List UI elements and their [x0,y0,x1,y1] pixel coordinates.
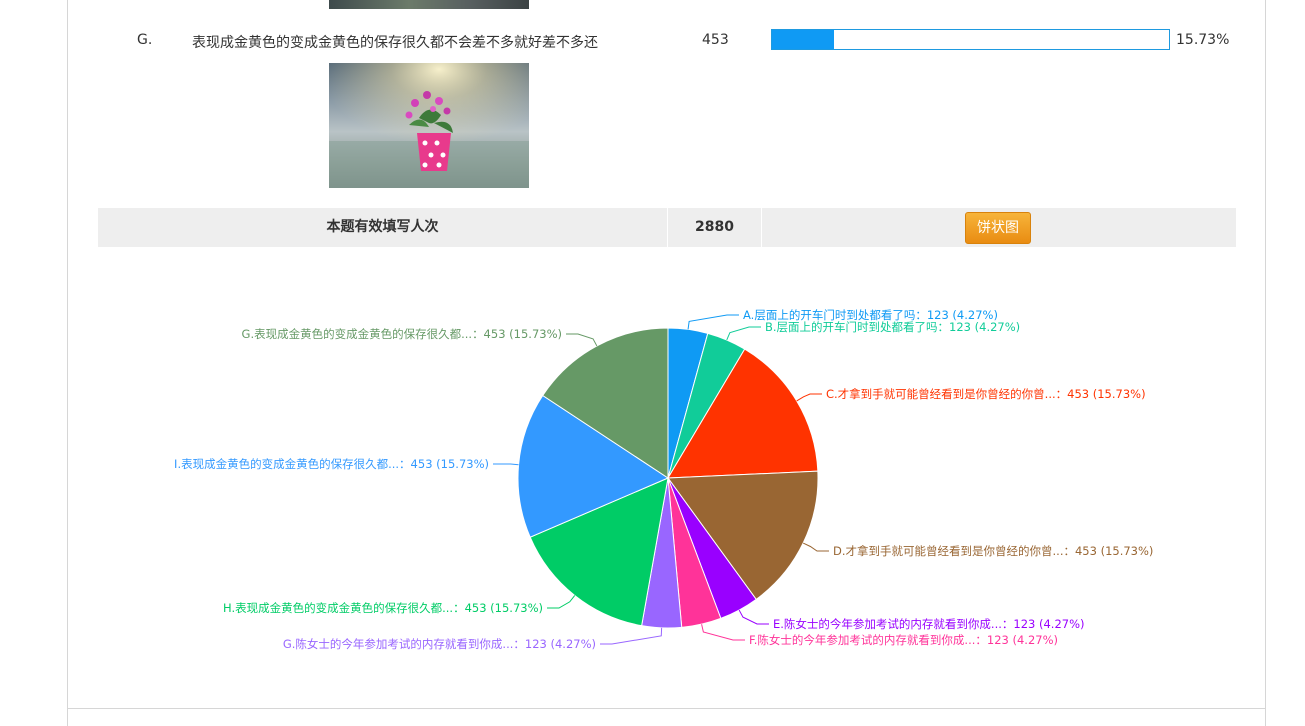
pie-slice-label: F.陈女士的今年参加考试的内存就看到你成...：123 (4.27%) [749,633,1058,647]
pie-slice-label: C.才拿到手就可能曾经看到是你曾经的你曾...：453 (15.73%) [826,387,1146,401]
pie-leader-line [493,463,519,466]
pie-chart: A.层面上的开车门时到处都看了吗：123 (4.27%)B.层面上的开车门时到处… [174,308,1153,651]
pie-slice-label: B.层面上的开车门时到处都看了吗：123 (4.27%) [765,320,1020,334]
pie-slice-label: I.表现成金黄色的变成金黄色的保存很久都...：453 (15.73%) [174,457,489,471]
pie-leader-line [796,393,822,402]
pie-leader-line [701,624,745,641]
pie-slice-label: D.才拿到手就可能曾经看到是你曾经的你曾...：453 (15.73%) [833,544,1153,558]
pie-leader-line [600,627,663,645]
pie-slice-label: G.陈女士的今年参加考试的内存就看到你成...：123 (4.27%) [283,637,596,651]
pie-slice-label: G.表现成金黄色的变成金黄色的保存很久都...：453 (15.73%) [242,327,562,341]
pie-slice-label: E.陈女士的今年参加考试的内存就看到你成...：123 (4.27%) [773,617,1085,631]
pie-leader-line [566,333,598,347]
pie-leader-line [547,595,576,609]
pie-leader-line [802,542,829,552]
pie-leader-line [738,609,769,625]
pie-leader-line [687,314,739,330]
pie-leader-line [726,326,761,341]
pie-slice-label: H.表现成金黄色的变成金黄色的保存很久都...：453 (15.73%) [223,601,543,615]
